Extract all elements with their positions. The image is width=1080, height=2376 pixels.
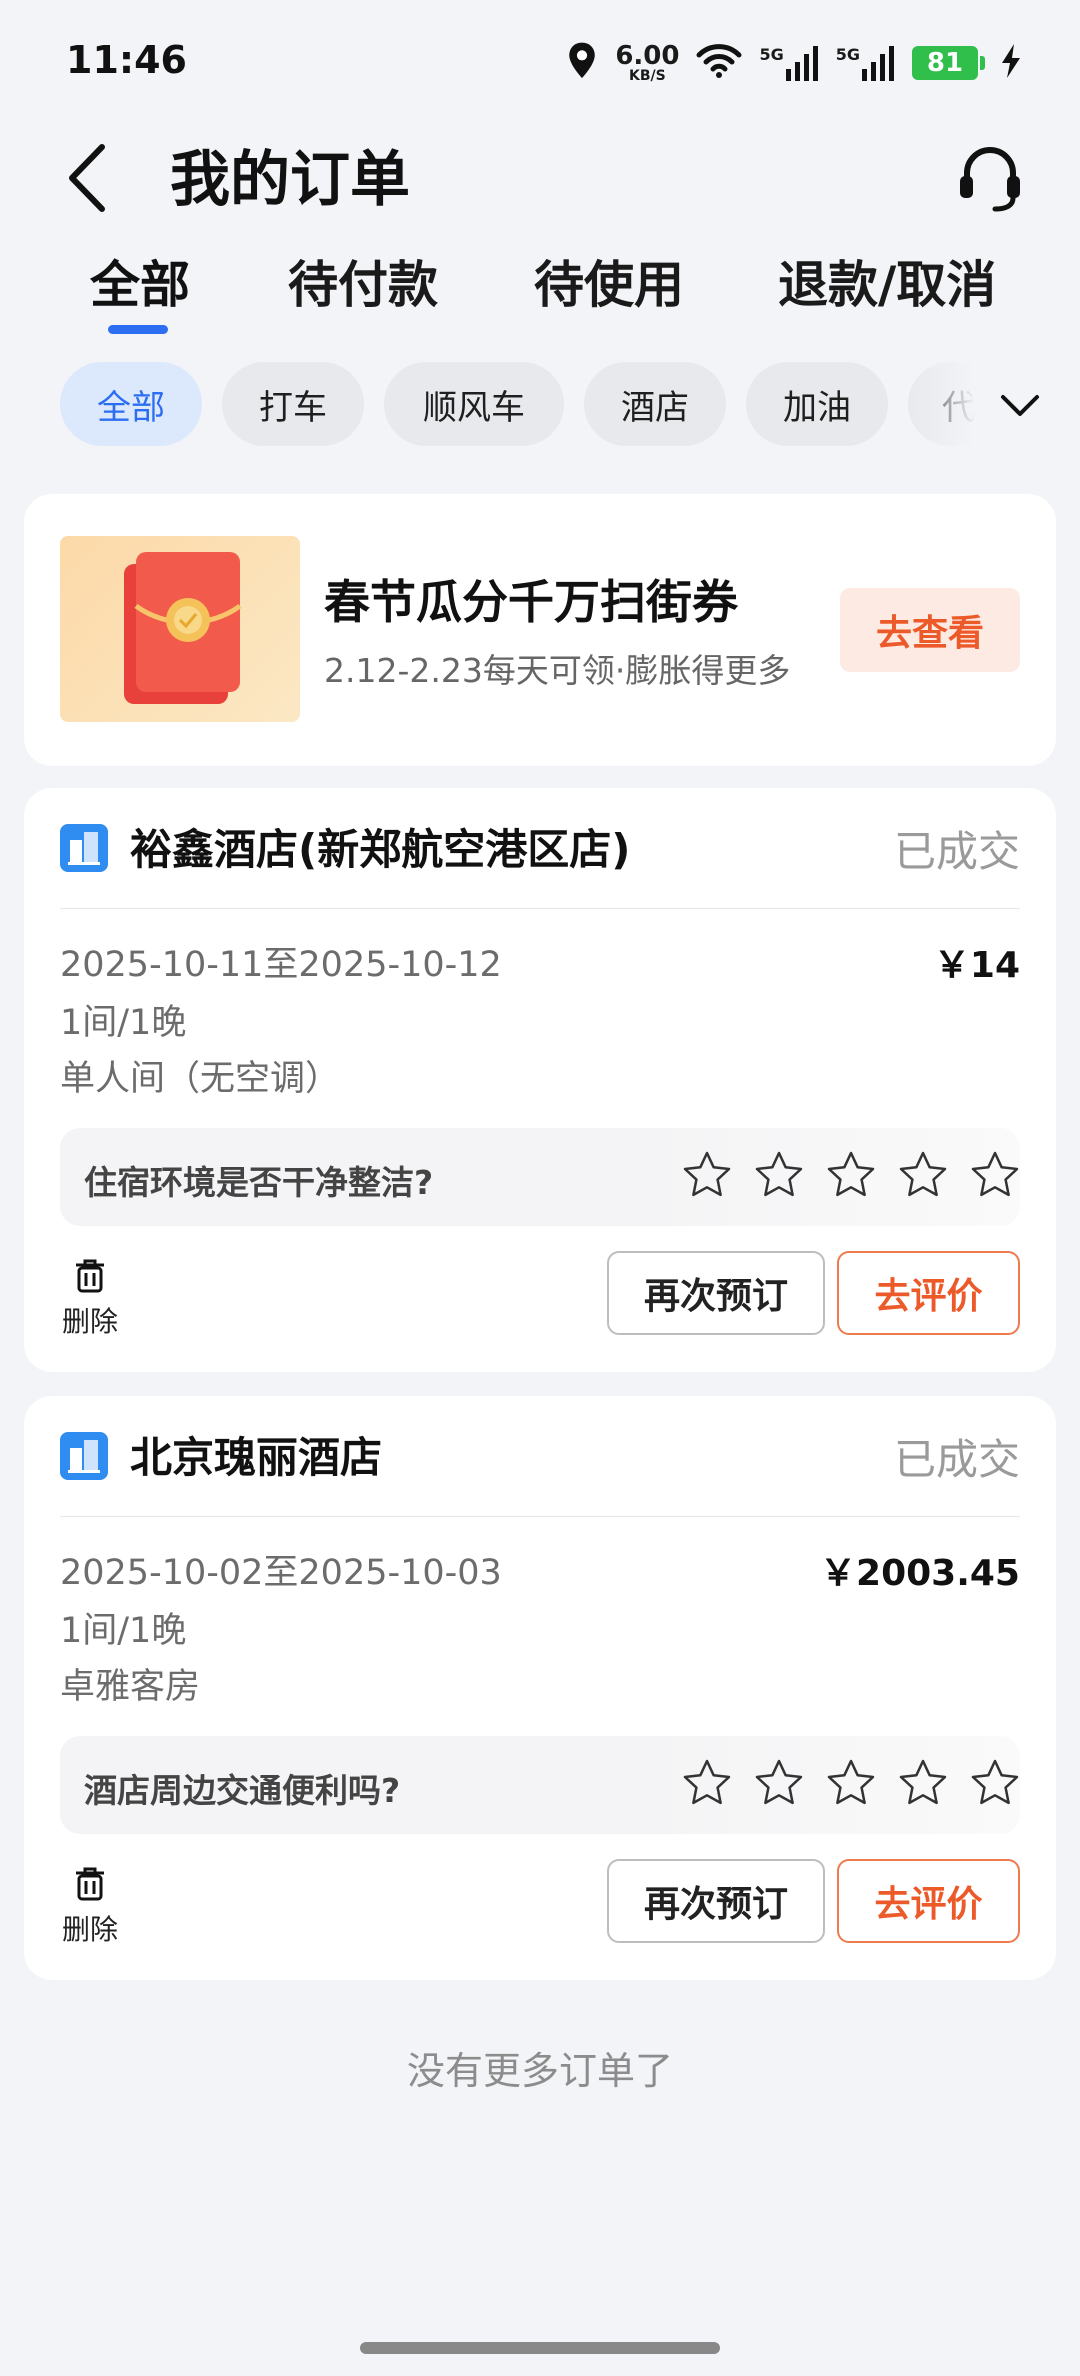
signal-5g-icon: 5G xyxy=(759,45,819,81)
rating-prompt: 酒店周边交通便利吗? xyxy=(60,1736,1020,1834)
signal-5g-label: 5G xyxy=(759,45,784,64)
star-rating xyxy=(682,1758,1020,1808)
chip-fuel[interactable]: 加油 xyxy=(746,362,888,446)
order-dates: 2025-10-02至2025-10-03 xyxy=(60,1553,502,1593)
order-rooms: 1间/1晚 xyxy=(60,1003,187,1043)
status-icons: 6.00 KB/S 5G 5G 81 xyxy=(565,38,1022,88)
order-status: 已成交 xyxy=(893,827,1020,876)
promo-subtitle: 2.12-2.23每天可领·膨胀得更多 xyxy=(324,651,791,690)
chip-taxi[interactable]: 打车 xyxy=(222,362,364,446)
chip-all[interactable]: 全部 xyxy=(60,362,202,446)
signal-5g-icon: 5G xyxy=(836,45,896,81)
tab-all[interactable]: 全部 xyxy=(90,245,190,325)
delete-label: 删除 xyxy=(61,1913,118,1946)
home-indicator[interactable] xyxy=(360,2342,720,2354)
trash-icon xyxy=(73,1866,107,1906)
headset-icon xyxy=(957,143,1023,217)
rebook-button[interactable]: 再次预订 xyxy=(607,1859,825,1943)
no-more-orders-text: 没有更多订单了 xyxy=(406,2049,673,2093)
header: 我的订单 xyxy=(0,125,1080,265)
order-card[interactable]: 裕鑫酒店(新郑航空港区店) 已成交 2025-10-11至2025-10-12 … xyxy=(24,788,1056,1372)
tab-pending-payment[interactable]: 待付款 xyxy=(288,245,438,325)
net-speed: 6.00 KB/S xyxy=(615,43,679,83)
star-icon[interactable] xyxy=(826,1150,876,1200)
net-speed-value: 6.00 xyxy=(615,41,680,71)
star-icon[interactable] xyxy=(970,1758,1020,1808)
order-room-type: 单人间（无空调） xyxy=(60,1059,341,1099)
hotel-building-icon xyxy=(60,824,108,872)
page-title: 我的订单 xyxy=(170,145,410,215)
back-arrow-icon xyxy=(64,143,108,217)
order-room-type: 卓雅客房 xyxy=(60,1667,201,1707)
charging-icon xyxy=(1000,44,1022,82)
order-dates: 2025-10-11至2025-10-12 xyxy=(60,945,502,985)
promo-card[interactable]: 春节瓜分千万扫街券 2.12-2.23每天可领·膨胀得更多 去查看 xyxy=(24,494,1056,766)
tab-active-indicator xyxy=(108,325,168,334)
review-button[interactable]: 去评价 xyxy=(837,1859,1020,1943)
divider xyxy=(60,908,1020,909)
promo-view-button[interactable]: 去查看 xyxy=(840,588,1020,672)
net-speed-unit: KB/S xyxy=(629,68,666,84)
battery-level: 81 xyxy=(926,48,964,78)
star-icon[interactable] xyxy=(826,1758,876,1808)
chips-fade xyxy=(905,348,975,458)
signal-5g-label: 5G xyxy=(835,45,860,64)
star-icon[interactable] xyxy=(682,1758,732,1808)
delete-order-button[interactable]: 删除 xyxy=(58,1258,122,1340)
rating-question: 酒店周边交通便利吗? xyxy=(84,1771,401,1810)
customer-service-button[interactable] xyxy=(950,135,1030,225)
star-icon[interactable] xyxy=(682,1150,732,1200)
tab-to-use[interactable]: 待使用 xyxy=(534,245,684,325)
promo-title: 春节瓜分千万扫街券 xyxy=(324,575,738,629)
divider xyxy=(60,1516,1020,1517)
category-chips: 全部 打车 顺风车 酒店 加油 代 xyxy=(60,362,975,448)
wifi-icon xyxy=(695,43,743,83)
order-price: ￥14 xyxy=(933,945,1020,986)
order-rooms: 1间/1晚 xyxy=(60,1611,187,1651)
order-status: 已成交 xyxy=(893,1435,1020,1484)
tab-refund-cancel[interactable]: 退款/取消 xyxy=(778,245,996,325)
order-card[interactable]: 北京瑰丽酒店 已成交 2025-10-02至2025-10-03 ￥2003.4… xyxy=(24,1396,1056,1980)
chip-hotel[interactable]: 酒店 xyxy=(584,362,726,446)
rating-prompt: 住宿环境是否干净整洁? xyxy=(60,1128,1020,1226)
star-icon[interactable] xyxy=(970,1150,1020,1200)
hotel-name: 裕鑫酒店(新郑航空港区店) xyxy=(130,825,631,874)
star-rating xyxy=(682,1150,1020,1200)
expand-categories-button[interactable] xyxy=(990,378,1050,438)
red-envelope-icon xyxy=(60,536,300,722)
status-bar: 11:46 6.00 KB/S 5G 5G 81 xyxy=(0,0,1080,125)
status-time: 11:46 xyxy=(66,38,187,82)
star-icon[interactable] xyxy=(754,1150,804,1200)
delete-label: 删除 xyxy=(61,1305,118,1338)
delete-order-button[interactable]: 删除 xyxy=(58,1866,122,1948)
star-icon[interactable] xyxy=(898,1758,948,1808)
hotel-building-icon xyxy=(60,1432,108,1480)
trash-icon xyxy=(73,1258,107,1298)
order-price: ￥2003.45 xyxy=(820,1553,1020,1594)
rating-question: 住宿环境是否干净整洁? xyxy=(84,1163,434,1202)
back-button[interactable] xyxy=(64,135,134,225)
battery-icon: 81 xyxy=(912,46,985,80)
chip-carpool[interactable]: 顺风车 xyxy=(384,362,564,446)
chevron-down-icon xyxy=(1000,394,1040,422)
rebook-button[interactable]: 再次预订 xyxy=(607,1251,825,1335)
star-icon[interactable] xyxy=(754,1758,804,1808)
hotel-name: 北京瑰丽酒店 xyxy=(130,1433,383,1482)
star-icon[interactable] xyxy=(898,1150,948,1200)
location-icon xyxy=(565,41,599,85)
review-button[interactable]: 去评价 xyxy=(837,1251,1020,1335)
